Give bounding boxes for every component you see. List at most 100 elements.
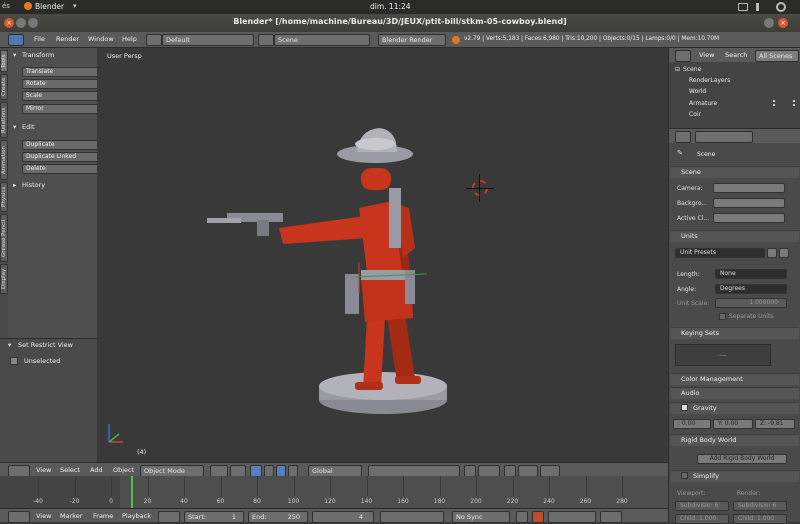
section-keying-sets[interactable]: Keying Sets bbox=[671, 327, 799, 339]
preview-range-icon[interactable] bbox=[158, 511, 180, 523]
app-menu-label[interactable]: Blender bbox=[35, 2, 64, 11]
screen-layout-select[interactable]: Default bbox=[162, 34, 254, 46]
outliner-tab-view[interactable]: View bbox=[699, 51, 714, 59]
editor-type-outliner-icon[interactable] bbox=[675, 50, 691, 62]
section-simplify[interactable]: Simplify bbox=[671, 470, 799, 482]
history-header[interactable]: History bbox=[22, 181, 45, 189]
editor-type-timeline-icon[interactable] bbox=[8, 511, 30, 523]
camera-field[interactable] bbox=[713, 183, 785, 193]
mirror-button[interactable]: Mirror bbox=[22, 104, 99, 114]
menu-add[interactable]: Add bbox=[90, 466, 103, 474]
sync-select[interactable]: No Sync bbox=[452, 511, 510, 523]
menu-window[interactable]: Window bbox=[88, 35, 114, 43]
transform-collapse-icon[interactable]: ▾ bbox=[13, 51, 16, 59]
outliner-item-renderlayers[interactable]: RenderLayers bbox=[689, 77, 730, 84]
clock[interactable]: dim. 11:24 bbox=[370, 2, 411, 11]
active-clip-field[interactable] bbox=[713, 213, 785, 223]
gravity-x-field[interactable]: : 0.00 bbox=[673, 419, 711, 429]
close-icon[interactable]: × bbox=[778, 18, 788, 28]
render-engine-select[interactable]: Blender Render bbox=[378, 34, 446, 46]
gravity-y-field[interactable]: Y: 0.00 bbox=[713, 419, 753, 429]
timeline-menu-frame[interactable]: Frame bbox=[93, 512, 113, 520]
history-collapse-icon[interactable]: ▸ bbox=[13, 181, 16, 189]
rotate-button[interactable]: Rotate bbox=[22, 79, 99, 89]
background-field[interactable] bbox=[713, 198, 785, 208]
restriction-toggles[interactable] bbox=[773, 100, 795, 106]
restrict-collapse-icon[interactable]: ▾ bbox=[8, 341, 11, 349]
section-gravity[interactable]: Gravity bbox=[671, 402, 799, 414]
unselected-checkbox[interactable] bbox=[10, 357, 18, 365]
outliner-tab-search[interactable]: Search bbox=[725, 51, 747, 59]
tab-create[interactable]: Create bbox=[0, 74, 8, 100]
insert-keyframe-icon[interactable] bbox=[600, 511, 622, 523]
cowboy-model[interactable] bbox=[97, 48, 668, 462]
edit-collapse-icon[interactable]: ▾ bbox=[13, 123, 16, 131]
subdivision-render-field[interactable]: Subdivisio: 6 bbox=[733, 501, 787, 511]
timeline-menu-playback[interactable]: Playback bbox=[122, 512, 151, 520]
power-icon[interactable] bbox=[776, 2, 786, 12]
menu-help[interactable]: Help bbox=[122, 35, 137, 43]
network-icon[interactable] bbox=[738, 3, 748, 11]
menu-select[interactable]: Select bbox=[60, 466, 80, 474]
separate-units-checkbox[interactable] bbox=[719, 313, 726, 320]
add-rigid-body-world-button[interactable]: Add Rigid Body World bbox=[697, 454, 787, 464]
outliner-item-world[interactable]: World bbox=[689, 88, 706, 95]
scale-button[interactable]: Scale bbox=[22, 91, 99, 101]
transform-header[interactable]: Transform bbox=[22, 51, 54, 59]
section-units[interactable]: Units bbox=[671, 230, 799, 242]
translate-button[interactable]: Translate bbox=[22, 67, 99, 77]
pin-icon[interactable]: ✎ bbox=[677, 149, 683, 157]
app-menu-arrow[interactable]: ▾ bbox=[73, 2, 77, 10]
start-frame-field[interactable]: Start: 1 bbox=[184, 511, 244, 523]
scene-expand-icon[interactable]: ⊟ bbox=[675, 66, 680, 73]
tab-grease-pencil[interactable]: Grease Pencil bbox=[0, 214, 8, 262]
duplicate-linked-button[interactable]: Duplicate Linked bbox=[22, 152, 99, 162]
section-color-management[interactable]: Color Management bbox=[671, 373, 799, 385]
screen-layout-icon[interactable] bbox=[146, 34, 162, 46]
volume-icon[interactable] bbox=[756, 3, 764, 11]
menu-view[interactable]: View bbox=[36, 466, 51, 474]
edit-header[interactable]: Edit bbox=[22, 123, 35, 131]
tab-tools[interactable]: Tools bbox=[0, 50, 8, 72]
keying-set-select[interactable] bbox=[548, 511, 596, 523]
delete-button[interactable]: Delete bbox=[22, 164, 99, 174]
menu-render[interactable]: Render bbox=[56, 35, 79, 43]
tab-animation[interactable]: Animation bbox=[0, 140, 8, 180]
menu-file[interactable]: File bbox=[34, 35, 45, 43]
tab-physics[interactable]: Physics bbox=[0, 182, 8, 212]
current-frame-cursor[interactable] bbox=[130, 476, 133, 508]
menu-object[interactable]: Object bbox=[113, 466, 134, 474]
activities-label[interactable]: és bbox=[2, 2, 10, 10]
duplicate-button[interactable]: Duplicate bbox=[22, 140, 99, 150]
add-preset-button[interactable] bbox=[767, 248, 777, 258]
keying-icon[interactable] bbox=[516, 511, 528, 523]
timeline-menu-view[interactable]: View bbox=[36, 512, 51, 520]
tab-relations[interactable]: Relations bbox=[0, 102, 8, 138]
timeline-menu-marker[interactable]: Marker bbox=[60, 512, 82, 520]
section-scene[interactable]: Scene bbox=[671, 166, 799, 178]
unit-presets-select[interactable]: Unit Presets bbox=[675, 248, 765, 258]
simplify-checkbox[interactable] bbox=[681, 472, 688, 479]
gravity-checkbox[interactable] bbox=[681, 404, 688, 411]
keying-sets-list[interactable]: .... bbox=[675, 344, 771, 366]
record-icon[interactable] bbox=[532, 511, 544, 523]
restore-icon[interactable] bbox=[764, 18, 774, 28]
context-tabs[interactable] bbox=[695, 131, 753, 143]
tab-display[interactable]: Display bbox=[0, 264, 8, 294]
current-frame-field[interactable]: 4 bbox=[312, 511, 374, 523]
playback-controls[interactable] bbox=[380, 511, 444, 523]
angle-select[interactable]: Degrees bbox=[715, 284, 787, 294]
timeline[interactable]: -40 -20 0 20 40 60 80 100 120 140 160 180 200 220 240 2… bbox=[0, 476, 668, 508]
section-audio[interactable]: Audio bbox=[671, 387, 799, 399]
outliner-item-scene[interactable]: Scene bbox=[683, 66, 701, 73]
editor-type-icon[interactable] bbox=[8, 34, 24, 46]
end-frame-field[interactable]: End: 250 bbox=[248, 511, 308, 523]
outliner-tab-all-scenes[interactable]: All Scenes bbox=[755, 50, 799, 62]
restrict-header[interactable]: Set Restrict View bbox=[18, 341, 73, 349]
length-select[interactable]: None bbox=[715, 269, 787, 279]
child-viewport-field[interactable]: Child: 1.000 bbox=[675, 514, 729, 524]
scene-select[interactable]: Scene bbox=[274, 34, 370, 46]
section-rigid-body[interactable]: Rigid Body World bbox=[671, 434, 799, 446]
subdivision-viewport-field[interactable]: Subdivisio: 6 bbox=[675, 501, 729, 511]
outliner-item-coir[interactable]: Coir bbox=[689, 111, 701, 118]
